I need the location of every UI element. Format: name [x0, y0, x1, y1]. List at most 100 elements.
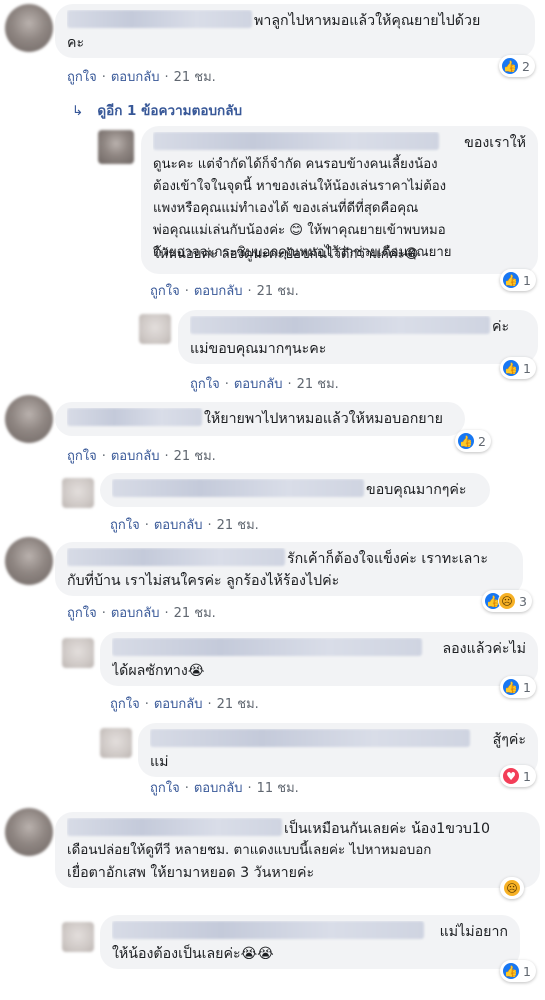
- comment-actions: ถูกใจ · ตอบกลับ · 21 ชม.: [110, 697, 259, 712]
- avatar[interactable]: [100, 728, 132, 758]
- comment-bubble: ลองแล้วค่ะไม่ ได้ผลซักทาง😭: [100, 632, 538, 686]
- author-name[interactable]: [67, 548, 285, 566]
- comment-timestamp[interactable]: 21 ชม.: [217, 697, 259, 712]
- author-name[interactable]: [112, 479, 364, 497]
- comment-text-line: ขอบคุณมากๆค่ะ: [366, 482, 467, 498]
- like-link[interactable]: ถูกใจ: [67, 449, 97, 464]
- reaction-count[interactable]: 👍 2: [499, 55, 535, 77]
- comment-text-line: ของเราให้: [464, 135, 526, 151]
- reply-link[interactable]: ตอบกลับ: [154, 697, 203, 712]
- comment-timestamp[interactable]: 21 ชม.: [257, 284, 299, 299]
- author-name[interactable]: [67, 818, 282, 836]
- comment-bubble: เป็นเหมือนกันเลยค่ะ น้อง1ขวบ10 เดือนปล่อ…: [55, 812, 540, 888]
- avatar[interactable]: [5, 537, 53, 585]
- view-replies-link[interactable]: ↳ ดูอีก 1 ข้อความตอบกลับ: [72, 99, 242, 121]
- comment-timestamp[interactable]: 21 ชม.: [217, 518, 259, 533]
- reply-link[interactable]: ตอบกลับ: [234, 377, 283, 392]
- avatar[interactable]: [62, 922, 94, 952]
- reply-arrow-icon: ↳: [72, 103, 84, 119]
- author-name[interactable]: [112, 638, 422, 656]
- comment-actions: ถูกใจ · ตอบกลับ · 11 ชม.: [150, 781, 299, 796]
- comment-text-line: ให้หน่อยค่ะ ลองดูนะคะป้อขกันไว้ดีกว่าแก้…: [153, 247, 419, 262]
- like-link[interactable]: ถูกใจ: [67, 70, 97, 85]
- comment-text-line: ค่ะ: [492, 319, 510, 335]
- like-link[interactable]: ถูกใจ: [110, 697, 140, 712]
- thumbs-up-icon: 👍: [501, 57, 519, 75]
- comment-text-line: แพงหรือคุณแม่ทำเองได้ ของเล่นที่ดีที่สุด…: [153, 201, 419, 216]
- comment-timestamp[interactable]: 21 ชม.: [174, 70, 216, 85]
- reaction-count[interactable]: 👍 1: [500, 357, 536, 379]
- reaction-count[interactable]: ♥ 1: [500, 765, 536, 787]
- author-name[interactable]: [153, 132, 439, 150]
- avatar[interactable]: [62, 638, 94, 668]
- author-name[interactable]: [67, 408, 202, 426]
- comment-timestamp[interactable]: 21 ชม.: [174, 449, 216, 464]
- like-link[interactable]: ถูกใจ: [150, 284, 180, 299]
- reaction-count[interactable]: ☹: [500, 877, 524, 899]
- reaction-count[interactable]: 👍 ☹ 3: [482, 590, 532, 612]
- author-name[interactable]: [67, 10, 252, 28]
- reaction-count[interactable]: 👍 1: [500, 269, 536, 291]
- author-name[interactable]: [112, 921, 424, 939]
- thumbs-up-icon: 👍: [502, 678, 520, 696]
- reply-link[interactable]: ตอบกลับ: [111, 449, 160, 464]
- heart-icon: ♥: [502, 767, 520, 785]
- comment-actions: ถูกใจ · ตอบกลับ · 21 ชม.: [110, 518, 259, 533]
- comment-bubble: ให้ยายพาไปหาหมอแล้วให้หมอบอกยาย: [55, 402, 465, 436]
- comment-actions: ถูกใจ · ตอบกลับ · 21 ชม.: [67, 70, 216, 85]
- comment-actions: ถูกใจ · ตอบกลับ · 21 ชม.: [150, 284, 299, 299]
- comment-actions: ถูกใจ · ตอบกลับ · 21 ชม.: [67, 606, 216, 621]
- comment-text-line: แม่ขอบคุณมากๆนะคะ: [190, 341, 327, 357]
- comment-text-line: พาลูกไปหาหมอแล้วให้คุณยายไปด้วย: [254, 13, 481, 29]
- like-link[interactable]: ถูกใจ: [150, 781, 180, 796]
- comment-bubble: รักเค้าก็ต้องใจแข็งค่ะ เราทะเลาะ กับที่บ…: [55, 542, 523, 596]
- reaction-count[interactable]: 👍 2: [455, 430, 491, 452]
- reply-link[interactable]: ตอบกลับ: [194, 781, 243, 796]
- avatar[interactable]: [139, 314, 171, 344]
- comment-text-line: สู้ๆค่ะ: [492, 732, 526, 748]
- reply-link[interactable]: ตอบกลับ: [111, 70, 160, 85]
- comment-bubble: ค่ะ แม่ขอบคุณมากๆนะคะ: [178, 310, 538, 364]
- reply-link[interactable]: ตอบกลับ: [194, 284, 243, 299]
- comment-text-line: ต้องเข้าใจในจุดนี้ หาของเล่นให้น้องเล่นร…: [153, 179, 447, 194]
- reaction-count[interactable]: 👍 1: [500, 676, 536, 698]
- comment-text-line: เดือนปล่อยให้ดูทีวี หลายชม. ตาแดงแบบนี้เ…: [67, 843, 432, 858]
- avatar[interactable]: [5, 4, 53, 52]
- comment-bubble: ขอบคุณมากๆค่ะ: [100, 473, 490, 507]
- comment-timestamp[interactable]: 11 ชม.: [257, 781, 299, 796]
- comment-bubble-tail: ให้หน่อยค่ะ ลองดูนะคะป้อขกันไว้ดีกว่าแก้…: [141, 240, 496, 270]
- like-link[interactable]: ถูกใจ: [67, 606, 97, 621]
- avatar[interactable]: [98, 130, 134, 164]
- reaction-count[interactable]: 👍 1: [500, 960, 536, 982]
- comment-text-line: พ่อคุณแม่เล่นกับน้องค่ะ 😊 ให้พาคุณยายเข้…: [153, 223, 446, 238]
- comment-text-line: เป็นเหมือนกันเลยค่ะ น้อง1ขวบ10: [284, 821, 490, 837]
- comment-text-line: แม่: [150, 754, 169, 770]
- comment-text-line: ให้ยายพาไปหาหมอแล้วให้หมอบอกยาย: [204, 411, 443, 427]
- author-name[interactable]: [190, 316, 490, 334]
- reply-link[interactable]: ตอบกลับ: [111, 606, 160, 621]
- comment-text-line: แม่ไม่อยาก: [439, 924, 508, 940]
- avatar[interactable]: [62, 478, 94, 508]
- like-link[interactable]: ถูกใจ: [190, 377, 220, 392]
- reply-link[interactable]: ตอบกลับ: [154, 518, 203, 533]
- author-name[interactable]: [150, 729, 470, 747]
- comment-text-line: รักเค้าก็ต้องใจแข็งค่ะ เราทะเลาะ: [287, 551, 488, 567]
- avatar[interactable]: [5, 808, 53, 856]
- comment-bubble: สู้ๆค่ะ แม่: [138, 723, 538, 777]
- comment-text-line: ลองแล้วค่ะไม่: [442, 641, 526, 657]
- avatar[interactable]: [5, 395, 53, 443]
- comment-bubble: พาลูกไปหาหมอแล้วให้คุณยายไปด้วย คะ: [55, 4, 535, 58]
- sad-face-icon: ☹: [498, 592, 516, 610]
- comment-actions: ถูกใจ · ตอบกลับ · 21 ชม.: [67, 449, 216, 464]
- like-link[interactable]: ถูกใจ: [110, 518, 140, 533]
- sad-face-icon: ☹: [503, 879, 521, 897]
- comment-text-line: เยื่อตาอักเสพ ให้ยามาหยอด 3 วันหายค่ะ: [67, 865, 315, 881]
- comment-text-line: ให้น้องต้องเป็นเลยค่ะ😭😭: [112, 946, 274, 962]
- comment-text-line: ได้ผลซักทาง😭: [112, 663, 205, 679]
- comment-text-line: ดูนะคะ แต่จำกัดได้ก็จำกัด คนรอบข้างคนเลี…: [153, 157, 438, 172]
- comment-timestamp[interactable]: 21 ชม.: [297, 377, 339, 392]
- comment-text-line: กับที่บ้าน เราไม่สนใครค่ะ ลูกร้องไห้ร้อง…: [67, 573, 340, 589]
- comment-timestamp[interactable]: 21 ชม.: [174, 606, 216, 621]
- thumbs-up-icon: 👍: [457, 432, 475, 450]
- thumbs-up-icon: 👍: [502, 962, 520, 980]
